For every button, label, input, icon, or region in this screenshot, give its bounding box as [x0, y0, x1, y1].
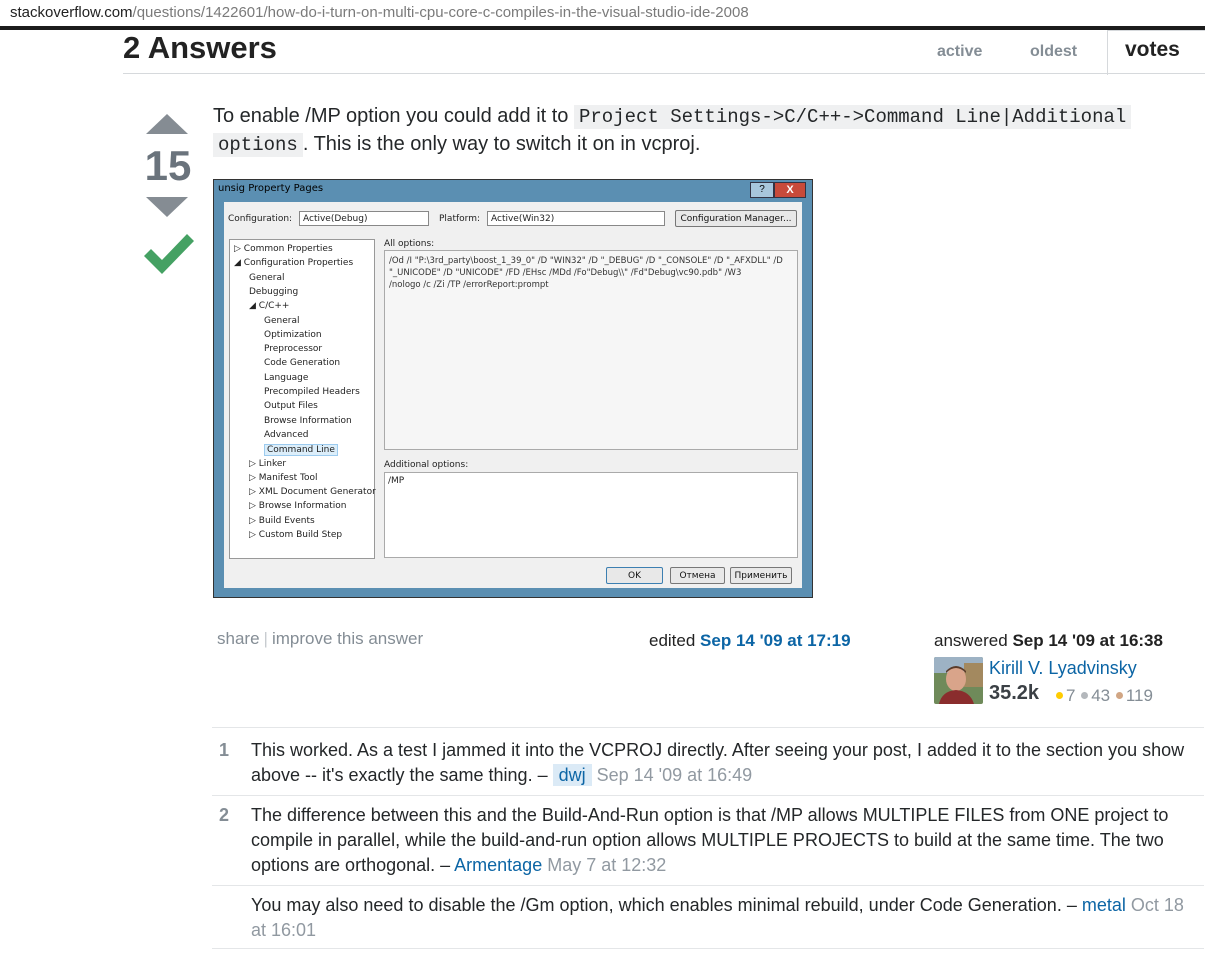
tree-item: ▷ Browse Information	[249, 501, 347, 512]
dialog-ok-button: OK	[606, 567, 663, 584]
platform-label: Platform:	[439, 214, 480, 224]
tab-votes[interactable]: votes	[1125, 38, 1180, 62]
comment-text: The difference between this and the Buil…	[251, 805, 1169, 875]
tree-item: Language	[264, 372, 309, 383]
upvote-arrow-icon[interactable]	[146, 114, 188, 134]
downvote-arrow-icon[interactable]	[146, 197, 188, 217]
answer-text-after: . This is the only way to switch it on i…	[302, 133, 701, 155]
vote-count: 15	[144, 142, 192, 189]
tab-oldest[interactable]: oldest	[1030, 43, 1077, 61]
url-host: stackoverflow.com	[10, 4, 133, 21]
dialog-cancel-button: Отмена	[670, 567, 725, 584]
dialog-client-area: Configuration: Active(Debug) Platform: A…	[224, 202, 802, 588]
answered-info: answered Sep 14 '09 at 16:38	[934, 631, 1163, 651]
tree-item: ▷ Common Properties	[234, 244, 333, 254]
tree-item: Output Files	[264, 401, 318, 412]
header-divider	[123, 73, 1205, 74]
dialog-close-button: X	[774, 182, 806, 198]
address-bar[interactable]: stackoverflow.com/questions/1422601/how-…	[0, 0, 1205, 27]
user-reputation: 35.2k	[989, 682, 1040, 704]
code-settings-path: Project Settings->C/C++->Command Line|Ad…	[574, 105, 1132, 129]
platform-select: Active(Win32)	[487, 211, 665, 226]
all-options-line: "_UNICODE" /D "UNICODE" /FD /EHsc /MDd /…	[389, 268, 742, 278]
tree-item: ▷ Custom Build Step	[249, 530, 343, 540]
edited-prefix: edited	[649, 631, 701, 650]
silver-badge-count: 43	[1091, 686, 1111, 705]
tree-item: ▷ Linker	[249, 458, 287, 469]
answered-date: Sep 14 '09 at 16:38	[1012, 631, 1163, 650]
tree-item: Code Generation	[264, 358, 341, 369]
answers-heading: 2 Answers	[123, 30, 277, 65]
gold-badge-icon	[1056, 692, 1063, 699]
answered-prefix: answered	[934, 631, 1013, 650]
bronze-badge-count: 119	[1125, 686, 1153, 705]
accepted-checkmark-icon	[144, 234, 194, 274]
tab-active[interactable]: active	[937, 43, 982, 61]
all-options-box: /Od /I "P:\3rd_party\boost_1_39_0" /D "W…	[384, 250, 798, 450]
configuration-label: Configuration:	[228, 214, 293, 224]
all-options-line: /nologo /c /Zi /TP /errorReport:prompt	[389, 280, 549, 290]
comment-score: 2	[219, 805, 230, 825]
tree-item: General	[264, 315, 300, 326]
edited-date-link[interactable]: Sep 14 '09 at 17:19	[700, 631, 851, 650]
tree-item: General	[249, 272, 285, 283]
comment-divider	[212, 885, 1204, 886]
additional-options-box: /MP	[384, 472, 798, 558]
configuration-manager-button: Configuration Manager...	[675, 210, 797, 227]
edited-info: edited Sep 14 '09 at 17:19	[649, 631, 851, 651]
menu-separator: |	[263, 629, 268, 648]
comment: You may also need to disable the /Gm opt…	[251, 893, 1196, 943]
tree-item: Optimization	[264, 329, 322, 340]
post-menu: share | improve this answer	[217, 629, 423, 649]
tree-item: ◢ Configuration Properties	[234, 258, 354, 269]
comment-user-link[interactable]: Armentage	[454, 855, 542, 875]
tree-item: ▷ Manifest Tool	[249, 472, 318, 483]
comments-top-divider	[212, 727, 1204, 728]
additional-options-value: /MP	[388, 476, 405, 486]
answer-body: To enable /MP option you could add it to…	[213, 103, 1193, 159]
url-path: /questions/1422601/how-do-i-turn-on-mult…	[132, 4, 749, 21]
dialog-title: unsig Property Pages	[218, 183, 324, 194]
tree-item: Advanced	[264, 429, 309, 440]
tree-item: ◢ C/C++	[249, 301, 290, 312]
tree-item: Command Line	[264, 444, 338, 457]
share-link[interactable]: share	[217, 629, 260, 648]
additional-options-label: Additional options:	[384, 460, 469, 470]
comment-score: 1	[219, 740, 230, 760]
answer-text-before: To enable /MP option you could add it to	[213, 105, 574, 127]
comment-divider	[212, 795, 1204, 796]
property-pages-screenshot[interactable]: unsig Property Pages ? X Configuration: …	[213, 179, 813, 598]
comment-divider	[212, 948, 1204, 949]
code-options: options	[213, 133, 303, 157]
all-options-label: All options:	[384, 239, 435, 249]
tree-item: Preprocessor	[264, 344, 323, 355]
bronze-badge-icon	[1115, 692, 1123, 699]
comment: This worked. As a test I jammed it into …	[251, 738, 1196, 788]
tree-item: Debugging	[249, 286, 299, 297]
configuration-select: Active(Debug)	[299, 211, 429, 226]
comment-date[interactable]: May 7 at 12:32	[547, 855, 666, 875]
tree-item: ▷ XML Document Generator	[249, 487, 376, 498]
silver-badge-icon	[1081, 692, 1089, 699]
comment-date[interactable]: Sep 14 '09 at 16:49	[597, 765, 753, 785]
comment: The difference between this and the Buil…	[251, 803, 1196, 878]
tree-item: Precompiled Headers	[264, 387, 360, 397]
user-name-link[interactable]: Kirill V. Lyadvinsky	[989, 658, 1137, 679]
comment-text: You may also need to disable the /Gm opt…	[251, 895, 1082, 915]
user-avatar[interactable]	[934, 657, 983, 704]
comment-user-link[interactable]: dwj	[552, 764, 592, 786]
improve-answer-link[interactable]: improve this answer	[272, 629, 423, 648]
url-text[interactable]: stackoverflow.com/questions/1422601/how-…	[10, 4, 749, 21]
all-options-line: /Od /I "P:\3rd_party\boost_1_39_0" /D "W…	[389, 256, 783, 266]
tree-item: ▷ Build Events	[249, 515, 315, 526]
comment-user-link[interactable]: metal	[1082, 895, 1126, 915]
tree-item: Browse Information	[264, 415, 352, 426]
property-tree: ▷ Common Properties ◢ Configuration Prope…	[229, 239, 376, 559]
gold-badge-count: 7	[1066, 686, 1076, 705]
dialog-help-button: ?	[750, 182, 774, 198]
dialog-apply-button: Применить	[730, 567, 792, 584]
user-badges: 7 43 119	[1055, 686, 1153, 706]
